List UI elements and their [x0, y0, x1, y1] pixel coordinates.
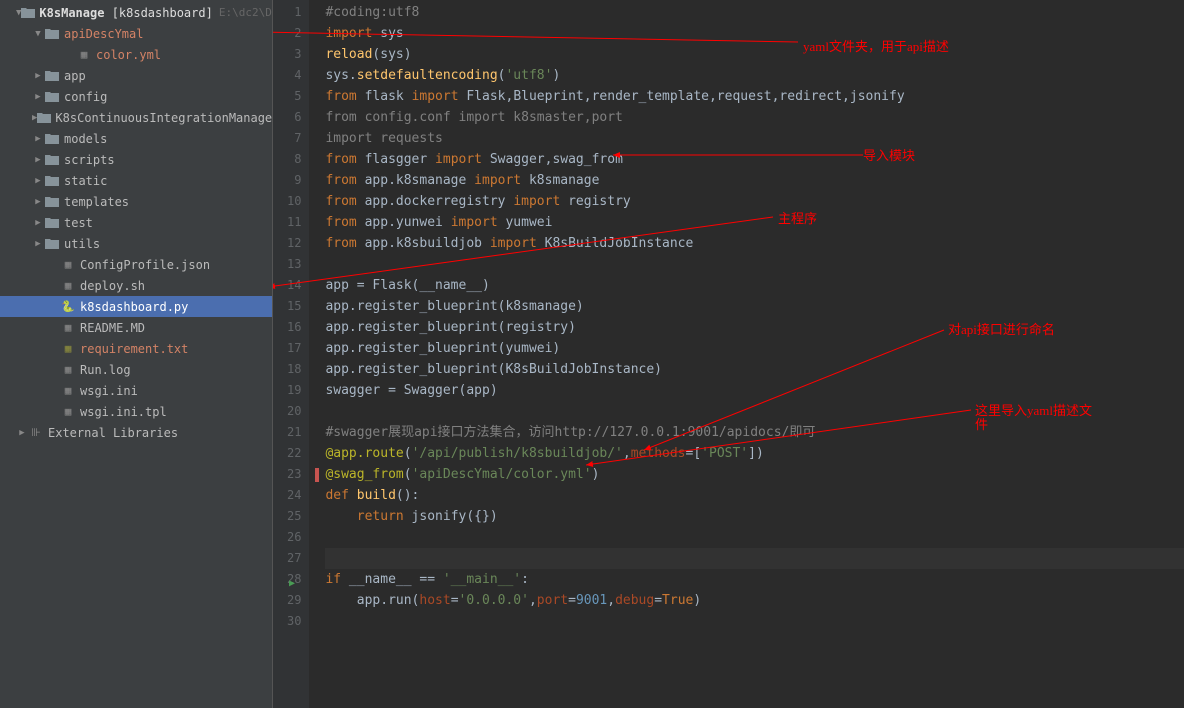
yml-icon: ▦ — [76, 47, 92, 63]
file-k8sdashboard[interactable]: 🐍 k8sdashboard.py — [0, 296, 272, 317]
file-color-yml[interactable]: ▦ color.yml — [0, 44, 272, 65]
folder-static[interactable]: ▶ static — [0, 170, 272, 191]
folder-label: models — [64, 132, 107, 146]
file-label: Run.log — [80, 363, 131, 377]
folder-scripts[interactable]: ▶ scripts — [0, 149, 272, 170]
folder-label: utils — [64, 237, 100, 251]
file-label: color.yml — [96, 48, 161, 62]
log-icon: ▦ — [60, 362, 76, 378]
chevron-right-icon: ▶ — [32, 239, 44, 249]
file-label: requirement.txt — [80, 342, 188, 356]
folder-icon — [44, 152, 60, 168]
folder-icon — [44, 194, 60, 210]
json-icon: ▦ — [60, 257, 76, 273]
folder-apiDescYmal[interactable]: ▼ apiDescYmal — [0, 23, 272, 44]
folder-k8sci[interactable]: ▶ K8sContinuousIntegrationManage — [0, 107, 272, 128]
file-runlog[interactable]: ▦ Run.log — [0, 359, 272, 380]
folder-utils[interactable]: ▶ utils — [0, 233, 272, 254]
tpl-icon: ▦ — [60, 404, 76, 420]
folder-label: K8sContinuousIntegrationManage — [55, 111, 272, 125]
external-libraries[interactable]: ▶ ⊪ External Libraries — [0, 422, 272, 443]
file-label: wsgi.ini.tpl — [80, 405, 167, 419]
chevron-right-icon: ▶ — [32, 155, 44, 165]
folder-icon — [44, 89, 60, 105]
folder-icon — [44, 26, 60, 42]
folder-test[interactable]: ▶ test — [0, 212, 272, 233]
folder-icon — [21, 5, 35, 21]
project-sidebar[interactable]: ▼ K8sManage [k8sdashboard] E:\dc2\De ▼ a… — [0, 0, 273, 708]
chevron-right-icon: ▶ — [32, 134, 44, 144]
folder-label: templates — [64, 195, 129, 209]
md-icon: ▦ — [60, 320, 76, 336]
folder-icon — [44, 131, 60, 147]
file-label: wsgi.ini — [80, 384, 138, 398]
line-gutter: 1 2 3 4 5 6 7 8 9 10 11 12 13 14 15 16 1… — [273, 0, 309, 708]
code-content[interactable]: #coding:utf8 import sys reload(sys) sys.… — [309, 0, 1184, 708]
file-configprofile[interactable]: ▦ ConfigProfile.json — [0, 254, 272, 275]
python-icon: 🐍 — [60, 299, 76, 315]
chevron-down-icon: ▼ — [32, 29, 44, 39]
file-label: k8sdashboard.py — [80, 300, 188, 314]
txt-icon: ▦ — [60, 341, 76, 357]
folder-icon — [37, 110, 51, 126]
file-wsgitpl[interactable]: ▦ wsgi.ini.tpl — [0, 401, 272, 422]
folder-models[interactable]: ▶ models — [0, 128, 272, 149]
folder-label: scripts — [64, 153, 115, 167]
chevron-right-icon: ▶ — [32, 176, 44, 186]
project-root[interactable]: ▼ K8sManage [k8sdashboard] E:\dc2\De — [0, 2, 272, 23]
folder-label: app — [64, 69, 86, 83]
ini-icon: ▦ — [60, 383, 76, 399]
folder-templates[interactable]: ▶ templates — [0, 191, 272, 212]
file-requirement[interactable]: ▦ requirement.txt — [0, 338, 272, 359]
chevron-right-icon: ▶ — [32, 71, 44, 81]
file-readme[interactable]: ▦ README.MD — [0, 317, 272, 338]
chevron-right-icon: ▶ — [32, 92, 44, 102]
file-deploy[interactable]: ▦ deploy.sh — [0, 275, 272, 296]
folder-label: test — [64, 216, 93, 230]
chevron-right-icon: ▶ — [16, 428, 28, 438]
folder-label: static — [64, 174, 107, 188]
library-icon: ⊪ — [28, 425, 44, 441]
sh-icon: ▦ — [60, 278, 76, 294]
chevron-right-icon: ▶ — [32, 218, 44, 228]
file-label: README.MD — [80, 321, 145, 335]
code-editor[interactable]: 1 2 3 4 5 6 7 8 9 10 11 12 13 14 15 16 1… — [273, 0, 1184, 708]
folder-icon — [44, 215, 60, 231]
error-marker-icon — [315, 468, 319, 482]
chevron-right-icon: ▶ — [32, 197, 44, 207]
folder-icon — [44, 173, 60, 189]
folder-icon — [44, 236, 60, 252]
file-label: ConfigProfile.json — [80, 258, 210, 272]
folder-label: apiDescYmal — [64, 27, 143, 41]
folder-icon — [44, 68, 60, 84]
project-path: E:\dc2\De — [219, 6, 273, 19]
folder-config[interactable]: ▶ config — [0, 86, 272, 107]
file-wsgiini[interactable]: ▦ wsgi.ini — [0, 380, 272, 401]
folder-label: config — [64, 90, 107, 104]
folder-app[interactable]: ▶ app — [0, 65, 272, 86]
project-root-label: K8sManage [k8sdashboard] — [39, 6, 212, 20]
external-lib-label: External Libraries — [48, 426, 178, 440]
file-label: deploy.sh — [80, 279, 145, 293]
